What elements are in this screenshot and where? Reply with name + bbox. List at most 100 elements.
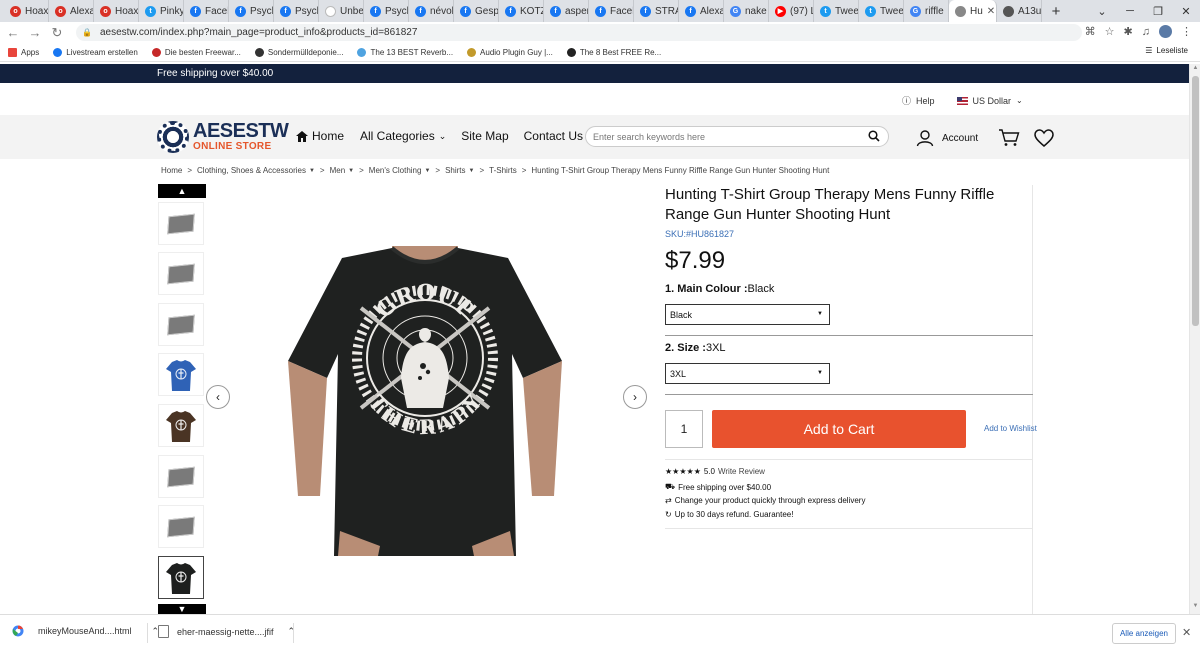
thumbnail[interactable]: [158, 202, 204, 245]
browser-tab[interactable]: f KOTZ: [499, 0, 544, 22]
close-window-icon[interactable]: ✕: [1172, 5, 1200, 18]
browser-tab[interactable]: t Twee: [859, 0, 904, 22]
account-link[interactable]: Account: [942, 133, 978, 144]
browser-tab[interactable]: Griffle: [904, 0, 949, 22]
scroll-up-icon[interactable]: ▲: [1190, 65, 1200, 75]
scroll-thumb[interactable]: [1192, 76, 1199, 326]
chevron-down-icon: ⌄: [1016, 96, 1023, 105]
bookmark-item[interactable]: Die besten Freewar...: [151, 47, 241, 57]
thumbs-down-arrow[interactable]: ▼: [158, 604, 206, 614]
browser-tab[interactable]: f névol: [409, 0, 454, 22]
nav-all-categories[interactable]: All Categories ⌄: [360, 129, 446, 143]
add-to-cart-button[interactable]: Add to Cart: [712, 410, 966, 448]
browser-tab[interactable]: Unbe: [319, 0, 364, 22]
extensions-icon[interactable]: ✱: [1124, 25, 1133, 38]
quantity-input[interactable]: 1: [665, 410, 703, 448]
breadcrumb-home[interactable]: Home: [161, 166, 182, 175]
bookmark-item[interactable]: Apps: [8, 47, 39, 57]
thumbnail[interactable]: [158, 252, 204, 295]
browser-tab[interactable]: f Psych: [364, 0, 409, 22]
back-icon[interactable]: ←: [4, 25, 22, 40]
bookmark-star-icon[interactable]: ☆: [1105, 25, 1115, 38]
perk-refund: ↻ Up to 30 days refund. Guarantee!: [665, 510, 794, 519]
browser-tab[interactable]: f Faceb: [184, 0, 229, 22]
browser-tab[interactable]: f Faceb: [589, 0, 634, 22]
search-input[interactable]: [593, 131, 863, 142]
browser-tab[interactable]: Hu ✕: [949, 0, 997, 22]
browser-tab[interactable]: f asper: [544, 0, 589, 22]
bookmark-item[interactable]: The 13 BEST Reverb...: [357, 47, 453, 57]
truck-icon: ⛟: [665, 482, 676, 491]
tab-search-icon[interactable]: ⌄: [1088, 5, 1116, 18]
dropdown-arrow-icon: ▼: [817, 370, 823, 376]
breadcrumb-mens-clothing[interactable]: Men's Clothing: [369, 166, 422, 175]
black-shirt-image: [166, 562, 196, 594]
browser-tab[interactable]: f Alexa: [679, 0, 724, 22]
nav-home[interactable]: Home: [296, 129, 344, 143]
size-select[interactable]: 3XL ▼: [665, 363, 830, 384]
nav-site-map[interactable]: Site Map: [461, 129, 508, 143]
bookmark-item[interactable]: Livestream erstellen: [53, 47, 138, 57]
thumbnail[interactable]: [158, 455, 204, 498]
browser-tab[interactable]: f STRA: [634, 0, 679, 22]
heart-icon[interactable]: [1034, 129, 1054, 147]
currency-selector[interactable]: US Dollar ⌄: [956, 96, 1023, 106]
add-to-wishlist-link[interactable]: Add to Wishlist: [984, 424, 1037, 433]
show-all-downloads-button[interactable]: Alle anzeigen: [1112, 623, 1176, 644]
breadcrumb-men[interactable]: Men: [330, 166, 346, 175]
url-bar[interactable]: 🔒 aesestw.com/index.php?main_page=produc…: [76, 24, 1082, 41]
bookmark-item[interactable]: Sondermülldeponie...: [254, 47, 343, 57]
download-item[interactable]: eher-maessig-nette....jfif ⌃: [158, 625, 295, 638]
next-image-button[interactable]: ›: [623, 385, 647, 409]
profile-avatar[interactable]: [1159, 25, 1172, 38]
scroll-down-icon[interactable]: ▼: [1190, 603, 1200, 613]
maximize-icon[interactable]: ❐: [1144, 5, 1172, 18]
browser-tab[interactable]: t Pinky: [139, 0, 184, 22]
media-icon[interactable]: ♫: [1142, 26, 1150, 38]
browser-tab[interactable]: f Psych: [229, 0, 274, 22]
cart-icon[interactable]: [998, 129, 1020, 147]
tab-label: Psych: [250, 5, 273, 17]
write-review-link[interactable]: Write Review: [718, 467, 765, 476]
close-tab-icon[interactable]: ✕: [987, 6, 995, 17]
page-scrollbar[interactable]: ▲ ▼: [1189, 64, 1200, 614]
thumbnail[interactable]: [158, 505, 204, 548]
thumbs-up-arrow[interactable]: ▲: [158, 184, 206, 198]
bookmark-favicon-icon: [566, 47, 576, 57]
browser-tab[interactable]: ▶ (97) L: [769, 0, 814, 22]
browser-tab[interactable]: t Twee: [814, 0, 859, 22]
breadcrumb-shirts[interactable]: Shirts: [445, 166, 465, 175]
tab-favicon-icon: f: [280, 5, 291, 17]
prev-image-button[interactable]: ‹: [206, 385, 230, 409]
site-logo[interactable]: AESESTW ONLINE STORE: [157, 120, 289, 156]
search-icon[interactable]: [868, 130, 880, 142]
browser-tab[interactable]: Gnake: [724, 0, 769, 22]
browser-tab[interactable]: A13u: [997, 0, 1042, 22]
translate-icon[interactable]: ⌘: [1085, 25, 1096, 38]
menu-icon[interactable]: ⋮: [1181, 25, 1192, 38]
thumbnail-brown-shirt[interactable]: [158, 404, 204, 447]
browser-tab[interactable]: f Psych: [274, 0, 319, 22]
user-icon[interactable]: [916, 129, 934, 147]
thumbnail-black-shirt[interactable]: [158, 556, 204, 599]
reading-list[interactable]: ☰ Leseliste: [1145, 46, 1188, 55]
nav-contact-us[interactable]: Contact Us: [524, 129, 583, 143]
minimize-icon[interactable]: ─: [1116, 5, 1144, 17]
reload-icon[interactable]: ↻: [48, 25, 66, 41]
new-tab-icon[interactable]: +: [1046, 3, 1066, 20]
help-link[interactable]: ⓘ Help: [902, 94, 935, 107]
thumbnail-blue-shirt[interactable]: [158, 353, 204, 396]
breadcrumb-clothing[interactable]: Clothing, Shoes & Accessories: [197, 166, 306, 175]
browser-tab[interactable]: f Gespi: [454, 0, 499, 22]
bookmark-item[interactable]: Audio Plugin Guy |...: [467, 47, 553, 57]
colour-select[interactable]: Black ▼: [665, 304, 830, 325]
browser-tab[interactable]: o Hoax: [94, 0, 139, 22]
bookmark-item[interactable]: The 8 Best FREE Re...: [566, 47, 661, 57]
breadcrumb-tshirts[interactable]: T-Shirts: [489, 166, 517, 175]
forward-icon[interactable]: →: [26, 25, 44, 40]
browser-tab[interactable]: o Alexa: [49, 0, 94, 22]
download-item[interactable]: mikeyMouseAnd....html ⌃: [12, 625, 159, 637]
close-icon[interactable]: ✕: [1182, 626, 1191, 639]
thumbnail[interactable]: [158, 303, 204, 346]
browser-tab[interactable]: o Hoax: [4, 0, 49, 22]
